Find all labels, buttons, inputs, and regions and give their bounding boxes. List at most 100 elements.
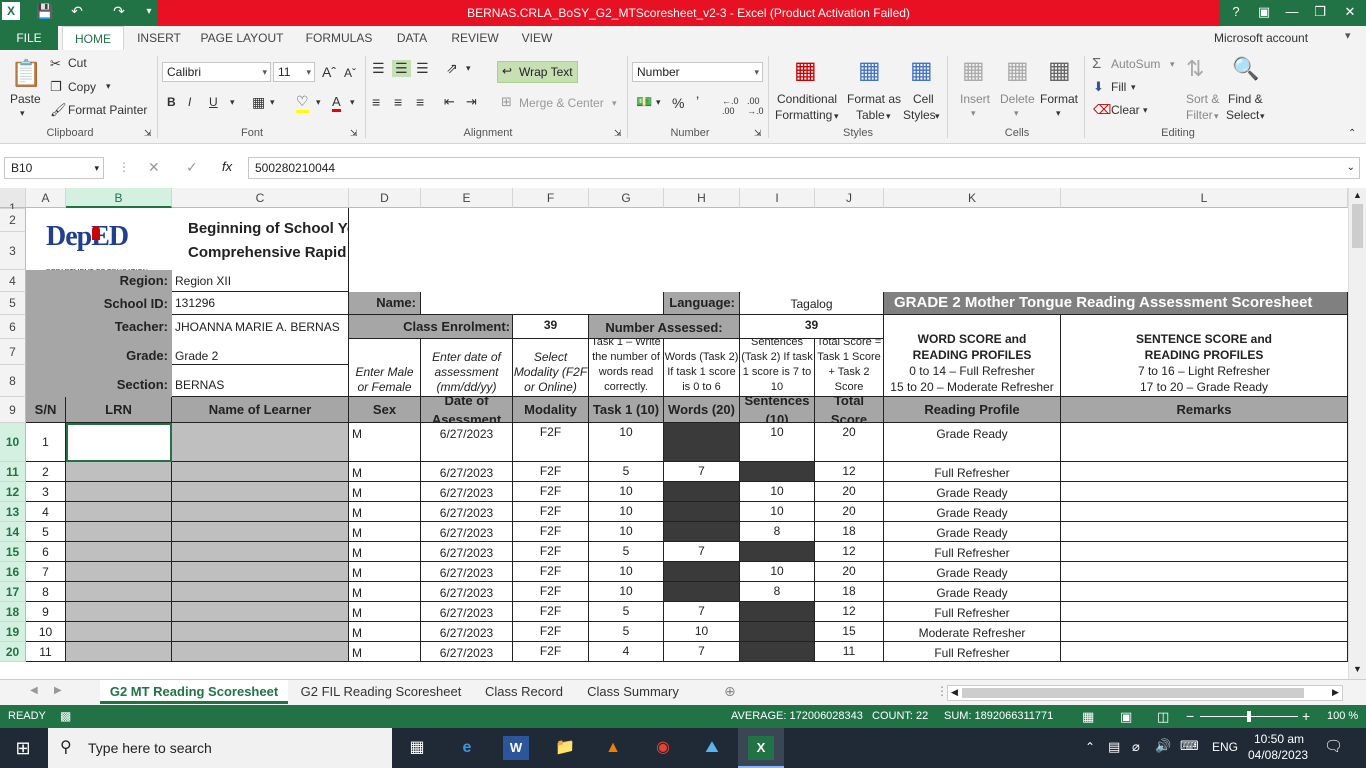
ribbon-display-icon[interactable]: ▣ (1252, 4, 1276, 20)
chrome-icon[interactable]: ◉ (650, 736, 676, 760)
format-as-table-label-1[interactable]: Format as (847, 92, 901, 106)
merge-center-icon[interactable]: ⊞ (501, 94, 512, 110)
orientation-dropdown-icon[interactable]: ▾ (466, 63, 471, 74)
row-header-8[interactable]: 8 (0, 365, 26, 397)
sentences-cell[interactable] (740, 542, 815, 562)
format-as-table-label-2[interactable]: Table (856, 108, 885, 122)
date-cell[interactable]: 6/27/2023 (421, 642, 513, 662)
sn-cell[interactable]: 4 (26, 502, 66, 522)
task1-cell[interactable]: 5 (589, 622, 664, 642)
deped-logo[interactable]: DepEDDEPARTMENT OF EDUCATION (26, 208, 172, 271)
modality-cell[interactable]: F2F (513, 482, 589, 502)
increase-indent-icon[interactable]: ⇥ (466, 94, 477, 110)
row-header-5[interactable]: 5 (0, 292, 26, 315)
total-cell[interactable]: 20 (815, 423, 884, 462)
language-label[interactable]: Language: (664, 292, 740, 315)
total-cell[interactable]: 12 (815, 462, 884, 482)
format-as-table-dropdown-icon[interactable]: ▾ (886, 111, 891, 122)
insert-function-icon[interactable]: fx (222, 159, 232, 174)
profile-cell[interactable]: Full Refresher (884, 462, 1061, 482)
value-school[interactable]: 131296 (172, 292, 349, 315)
new-sheet-icon[interactable]: ⊕ (724, 683, 736, 700)
label-region[interactable]: Region: (26, 270, 172, 292)
table-header[interactable]: Sex (349, 397, 421, 423)
note-date_note[interactable]: Enter date of assessment (mm/dd/yy) (421, 339, 513, 397)
format-as-table-icon[interactable]: ▦ (858, 56, 881, 85)
table-header[interactable]: Total Score (815, 397, 884, 423)
scroll-up-icon[interactable]: ▲ (1353, 190, 1362, 200)
task1-cell[interactable]: 5 (589, 542, 664, 562)
task1-cell[interactable]: 10 (589, 502, 664, 522)
modality-cell[interactable]: F2F (513, 522, 589, 542)
find-select-label-2[interactable]: Select (1226, 108, 1259, 122)
table-header[interactable]: Sentences (10) (740, 397, 815, 423)
zoom-level[interactable]: 100 % (1327, 705, 1358, 728)
prev-sheet-icon[interactable]: ◀ (30, 685, 38, 696)
cell-styles-label-2[interactable]: Styles (903, 108, 936, 122)
macro-record-icon[interactable]: ▩ (60, 705, 71, 728)
profile-word_profile[interactable]: WORD SCORE and READING PROFILES 0 to 14 – … (884, 315, 1061, 397)
row-header-19[interactable]: 19 (0, 622, 26, 642)
name-value[interactable] (421, 292, 664, 315)
scroll-right-icon[interactable]: ▶ (1332, 687, 1339, 698)
scroll-down-icon[interactable]: ▼ (1353, 664, 1362, 674)
delete-cells-button[interactable]: Delete (1000, 92, 1035, 106)
font-name-combo[interactable]: Calibri ▾ (162, 62, 271, 82)
words-cell[interactable]: 7 (664, 602, 740, 622)
sn-cell[interactable]: 8 (26, 582, 66, 602)
font-size-combo[interactable]: 11 ▾ (273, 62, 315, 82)
lrn-cell[interactable] (66, 522, 172, 542)
date-cell[interactable]: 6/27/2023 (421, 542, 513, 562)
lrn-cell[interactable] (66, 482, 172, 502)
copy-button[interactable]: Copy (68, 80, 96, 94)
row-header-20[interactable]: 20 (0, 642, 26, 662)
align-right-icon[interactable]: ≡ (416, 94, 424, 110)
task1-cell[interactable]: 10 (589, 522, 664, 542)
wrap-text-button[interactable]: ↩ Wrap Text (497, 61, 578, 83)
table-header[interactable]: LRN (66, 397, 172, 423)
paste-button[interactable]: Paste (10, 92, 41, 106)
clear-icon[interactable]: ⌫ (1093, 102, 1111, 118)
profile-cell[interactable]: Full Refresher (884, 602, 1061, 622)
sex-cell[interactable]: M (349, 642, 421, 662)
value-section[interactable]: BERNAS (172, 365, 349, 397)
remarks-cell[interactable] (1061, 562, 1348, 582)
assessed-label[interactable]: Number Assessed: (589, 315, 740, 339)
format-cells-icon[interactable]: ▦ (1048, 56, 1071, 85)
task-view-icon[interactable]: ▦ (404, 736, 430, 760)
font-color-icon[interactable]: A (332, 94, 341, 112)
zoom-slider-thumb[interactable] (1247, 711, 1251, 722)
tab-home[interactable]: HOME (62, 26, 124, 50)
total-cell[interactable]: 11 (815, 642, 884, 662)
conditional-formatting-dropdown-icon[interactable]: ▾ (834, 111, 839, 122)
row-header-15[interactable]: 15 (0, 542, 26, 562)
task1-cell[interactable]: 10 (589, 423, 664, 462)
sentences-cell[interactable]: 10 (740, 482, 815, 502)
lrn-cell[interactable] (66, 582, 172, 602)
words-cell[interactable]: 7 (664, 642, 740, 662)
row-header-10[interactable]: 10 (0, 423, 26, 462)
words-cell[interactable]: 10 (664, 622, 740, 642)
fill-icon[interactable]: ⬇ (1093, 79, 1104, 95)
autosum-button[interactable]: AutoSum (1111, 57, 1160, 71)
learner-name-cell[interactable] (172, 542, 349, 562)
remarks-cell[interactable] (1061, 423, 1348, 462)
modality-cell[interactable]: F2F (513, 562, 589, 582)
cell-styles-icon[interactable]: ▦ (910, 56, 933, 85)
merge-center-button[interactable]: Merge & Center (519, 96, 604, 110)
remarks-cell[interactable] (1061, 582, 1348, 602)
date-cell[interactable]: 6/27/2023 (421, 562, 513, 582)
align-bottom-icon[interactable]: ☰ (416, 60, 429, 77)
column-header-e[interactable]: E (421, 188, 513, 208)
conditional-formatting-label-2[interactable]: Formatting (775, 108, 832, 122)
sentences-cell[interactable]: 8 (740, 522, 815, 542)
number-format-combo[interactable]: Number ▾ (632, 62, 763, 82)
font-color-dropdown-icon[interactable]: ▾ (350, 97, 355, 108)
table-header[interactable]: Modality (513, 397, 589, 423)
learner-name-cell[interactable] (172, 423, 349, 462)
page-layout-view-icon[interactable]: ▣ (1120, 705, 1132, 728)
modality-cell[interactable]: F2F (513, 642, 589, 662)
date-cell[interactable]: 6/27/2023 (421, 582, 513, 602)
sn-cell[interactable]: 6 (26, 542, 66, 562)
merge-dropdown-icon[interactable]: ▾ (612, 98, 617, 109)
